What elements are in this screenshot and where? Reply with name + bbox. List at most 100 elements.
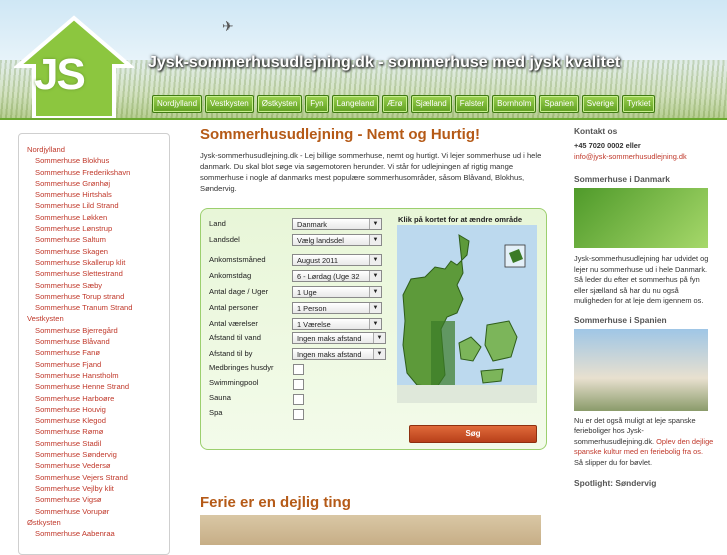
dropdown-arrow-icon[interactable]: ▼ xyxy=(369,219,381,229)
right-sidebar: Kontakt os +45 7020 0002 eller info@jysk… xyxy=(574,126,714,488)
sidebar-item[interactable]: Sommerhuse Skallerup klit xyxy=(27,257,169,268)
checkbox[interactable] xyxy=(293,394,304,405)
sidebar-item[interactable]: Sommerhuse Houvig xyxy=(27,404,169,415)
sidebar-list: Nordjylland Sommerhuse Blokhus Sommerhuse … xyxy=(19,134,169,539)
field-label: Ankomstsmåned xyxy=(209,255,266,264)
search-button[interactable]: Søg xyxy=(409,425,537,443)
nav-tab[interactable]: Tyrkiet xyxy=(621,95,656,113)
dropdown-arrow-icon[interactable]: ▼ xyxy=(369,319,381,329)
sidebar-item[interactable]: Sommerhuse Vedersø xyxy=(27,460,169,471)
field-select[interactable]: 1 Person ▼ xyxy=(292,302,382,314)
sidebar-item[interactable]: Vestkysten xyxy=(27,313,169,324)
sidebar-item[interactable]: Sommerhuse Lild Strand xyxy=(27,200,169,211)
contact-title: Kontakt os xyxy=(574,126,618,136)
field-value: 1 Person xyxy=(297,304,327,313)
dropdown-arrow-icon[interactable]: ▼ xyxy=(369,287,381,297)
sidebar-item[interactable]: Sommerhuse Vorupør xyxy=(27,506,169,517)
sidebar-item[interactable]: Sommerhuse Henne Strand xyxy=(27,381,169,392)
nav-tab[interactable]: Vestkysten xyxy=(205,95,254,113)
field-value: Vælg landsdel xyxy=(297,236,344,245)
sidebar-item[interactable]: Sommerhuse Fjand xyxy=(27,359,169,370)
page-title: Sommerhusudlejning - Nemt og Hurtig! xyxy=(200,126,480,143)
sidebar-item[interactable]: Sommerhuse Bjerregård xyxy=(27,325,169,336)
nav-tab[interactable]: Spanien xyxy=(539,95,579,113)
sidebar-item[interactable]: Sommerhuse Sæby xyxy=(27,280,169,291)
sidebar-item[interactable]: Sommerhuse Løkken xyxy=(27,212,169,223)
sidebar-item[interactable]: Sommerhuse Vejers Strand xyxy=(27,472,169,483)
contact-email[interactable]: info@jysk-sommerhusudlejning.dk xyxy=(574,152,714,163)
nav-tab[interactable]: Østkysten xyxy=(256,95,303,113)
nav-tab[interactable]: Falster xyxy=(454,95,490,113)
checkbox[interactable] xyxy=(293,379,304,390)
beach-photo xyxy=(200,515,541,545)
field-label: Land xyxy=(209,219,226,228)
sidebar-item[interactable]: Østkysten xyxy=(27,517,169,528)
field-value: August 2011 xyxy=(297,256,338,265)
dropdown-arrow-icon[interactable]: ▼ xyxy=(373,349,385,359)
sidebar-item[interactable]: Sommerhuse Rømø xyxy=(27,426,169,437)
field-label: Ankomstdag xyxy=(209,271,252,280)
field-select[interactable]: Danmark ▼ xyxy=(292,218,382,230)
field-select[interactable]: Ingen maks afstand ▼ xyxy=(292,332,386,344)
field-select[interactable]: 6 - Lørdag (Uge 32 ▼ xyxy=(292,270,382,282)
nav-tab[interactable]: Langeland xyxy=(331,95,380,113)
sidebar-item[interactable]: Sommerhuse Vigsø xyxy=(27,494,169,505)
logo-text[interactable]: JS xyxy=(34,50,86,100)
sidebar-item[interactable]: Sommerhuse Slettestrand xyxy=(27,268,169,279)
map-label: Klik på kortet for at ændre område xyxy=(398,215,523,224)
sidebar-item[interactable]: Nordjylland xyxy=(27,144,169,155)
sidebar-item[interactable]: Sommerhuse Vejlby klit xyxy=(27,483,169,494)
field-select[interactable]: 1 Uge ▼ xyxy=(292,286,382,298)
dropdown-arrow-icon[interactable]: ▼ xyxy=(373,333,385,343)
sidebar-item[interactable]: Sommerhuse Frederikshavn xyxy=(27,167,169,178)
contact-phone: +45 7020 0002 eller xyxy=(574,141,641,150)
dropdown-arrow-icon[interactable]: ▼ xyxy=(369,271,381,281)
dropdown-arrow-icon[interactable]: ▼ xyxy=(369,235,381,245)
field-label: Antal personer xyxy=(209,303,259,312)
checkbox[interactable] xyxy=(293,409,304,420)
sidebar-item[interactable]: Sommerhuse Torup strand xyxy=(27,291,169,302)
field-select[interactable]: August 2011 ▼ xyxy=(292,254,382,266)
sidebar-item[interactable]: Sommerhuse Aabenraa xyxy=(27,528,169,539)
sidebar-item[interactable]: Sommerhuse Grønhøj xyxy=(27,178,169,189)
sidebar-item[interactable]: Sommerhuse Hanstholm xyxy=(27,370,169,381)
field-label: Antal værelser xyxy=(209,319,258,328)
nav-tab[interactable]: Bornholm xyxy=(492,95,537,113)
subtitle: Ferie er en dejlig ting xyxy=(200,494,351,511)
main-content: Sommerhusudlejning - Nemt og Hurtig! Jys… xyxy=(200,126,546,194)
sidebar-item[interactable]: Sommerhuse Søndervig xyxy=(27,449,169,460)
nav-tab[interactable]: Nordjylland xyxy=(152,95,203,113)
sidebar-item[interactable]: Sommerhuse Tranum Strand xyxy=(27,302,169,313)
nav-tab[interactable]: Fyn xyxy=(305,95,329,113)
nav-tab[interactable]: Sverige xyxy=(581,95,619,113)
sidebar-item[interactable]: Sommerhuse Blåvand xyxy=(27,336,169,347)
sidebar-item[interactable]: Sommerhuse Hirtshals xyxy=(27,189,169,200)
denmark-text: Jysk-sommerhusudlejning har udvidet og l… xyxy=(574,254,709,305)
field-value: 1 Uge xyxy=(297,288,317,297)
sidebar-item[interactable]: Sommerhuse Stadil xyxy=(27,438,169,449)
search-panel: Land Danmark ▼ Landsdel Vælg landsdel ▼ Ankoms… xyxy=(200,208,547,450)
field-value: 1 Værelse xyxy=(297,320,331,329)
field-label: Afstand til by xyxy=(209,349,253,358)
sidebar-item[interactable]: Sommerhuse Skagen xyxy=(27,246,169,257)
sidebar-item[interactable]: Sommerhuse Fanø xyxy=(27,347,169,358)
field-select[interactable]: Vælg landsdel ▼ xyxy=(292,234,382,246)
sidebar-item[interactable]: Sommerhuse Blokhus xyxy=(27,155,169,166)
sidebar-item[interactable]: Sommerhuse Lønstrup xyxy=(27,223,169,234)
nav-tab[interactable]: Sjælland xyxy=(410,95,452,113)
dropdown-arrow-icon[interactable]: ▼ xyxy=(369,303,381,313)
denmark-map[interactable] xyxy=(397,225,537,403)
dropdown-arrow-icon[interactable]: ▼ xyxy=(369,255,381,265)
main-nav: Nordjylland Vestkysten Østkysten Fyn Lan… xyxy=(152,95,656,113)
sidebar-item[interactable]: Sommerhuse Klegod xyxy=(27,415,169,426)
checkbox[interactable] xyxy=(293,364,304,375)
field-label: Afstand til vand xyxy=(209,333,261,342)
field-select[interactable]: 1 Værelse ▼ xyxy=(292,318,382,330)
nav-tab[interactable]: Ærø xyxy=(382,95,408,113)
checkbox-label: Medbringes husdyr xyxy=(209,363,274,372)
field-select[interactable]: Ingen maks afstand ▼ xyxy=(292,348,386,360)
checkbox-label: Sauna xyxy=(209,393,231,402)
sidebar-item[interactable]: Sommerhuse Harboøre xyxy=(27,393,169,404)
sidebar-item[interactable]: Sommerhuse Saltum xyxy=(27,234,169,245)
spain-text-end: Så slipper du for bøvlet. xyxy=(574,457,653,467)
